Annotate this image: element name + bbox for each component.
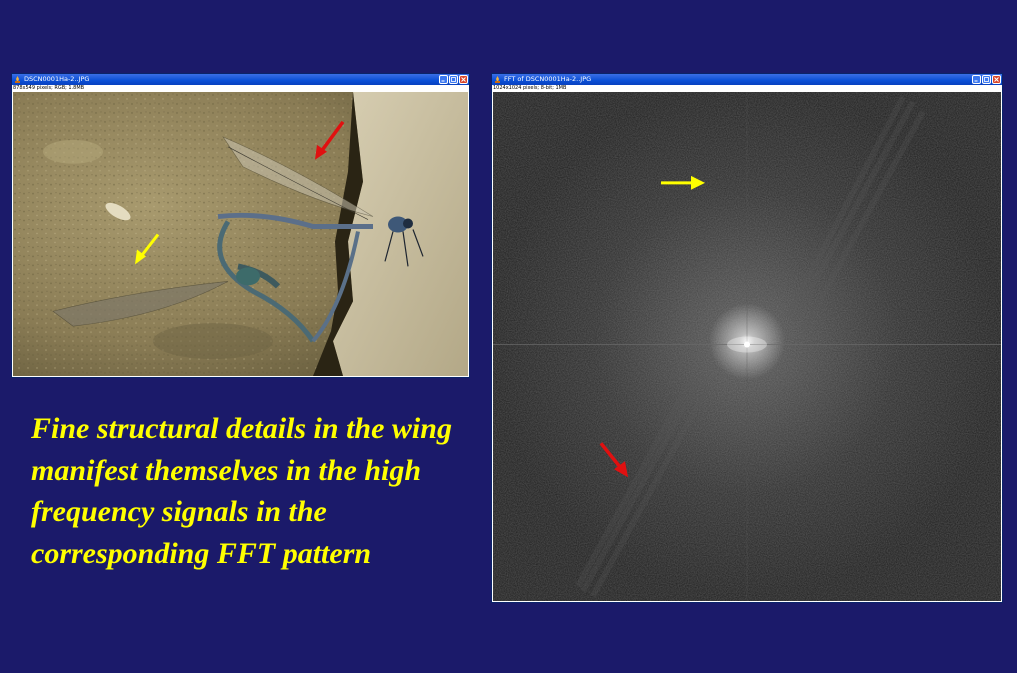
fft-canvas[interactable] xyxy=(493,92,1001,601)
maximize-icon xyxy=(451,77,456,82)
maximize-icon xyxy=(984,77,989,82)
photo-window-titlebar[interactable]: DSCN0001Ha-2..JPG xyxy=(12,74,469,85)
photo-canvas[interactable] xyxy=(13,92,468,376)
fft-window[interactable]: FFT of DSCN0001Ha-2..JPG 1024x1024 pixel… xyxy=(491,73,1003,603)
minimize-button[interactable] xyxy=(972,75,981,84)
close-icon xyxy=(461,77,466,82)
dragonfly-photo xyxy=(13,92,468,376)
photo-window[interactable]: DSCN0001Ha-2..JPG 878x549 pixels; RGB; 1… xyxy=(11,73,470,378)
minimize-icon xyxy=(441,80,445,82)
fft-window-titlebar[interactable]: FFT of DSCN0001Ha-2..JPG xyxy=(492,74,1002,85)
close-button[interactable] xyxy=(459,75,468,84)
minimize-button[interactable] xyxy=(439,75,448,84)
app-icon xyxy=(495,76,500,83)
close-icon xyxy=(994,77,999,82)
maximize-button[interactable] xyxy=(449,75,458,84)
close-button[interactable] xyxy=(992,75,1001,84)
photo-info: 878x549 pixels; RGB; 1.8MB xyxy=(12,85,469,91)
fft-info: 1024x1024 pixels; 8-bit; 1MB xyxy=(492,85,1002,91)
minimize-icon xyxy=(974,80,978,82)
fft-spectrum-image xyxy=(493,92,1001,601)
fft-window-title: FFT of DSCN0001Ha-2..JPG xyxy=(504,75,592,83)
maximize-button[interactable] xyxy=(982,75,991,84)
caption-text: Fine structural details in the wing mani… xyxy=(31,412,452,570)
app-icon xyxy=(15,76,20,83)
photo-window-title: DSCN0001Ha-2..JPG xyxy=(24,75,90,83)
